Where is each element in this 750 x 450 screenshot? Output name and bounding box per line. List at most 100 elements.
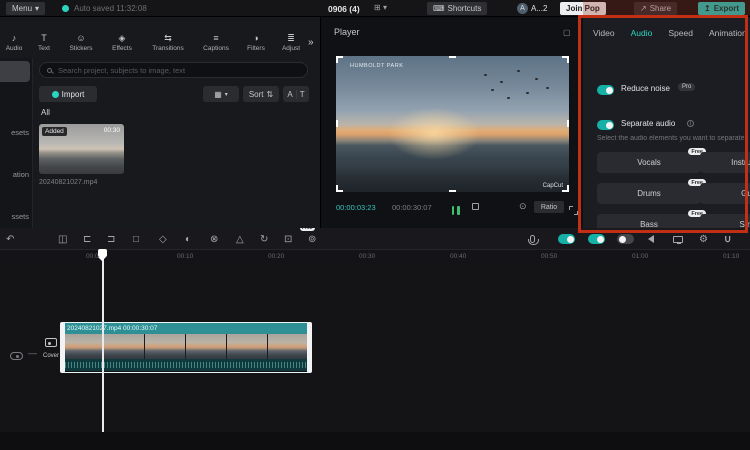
selection-handle[interactable] — [562, 185, 569, 192]
selection-handle[interactable] — [562, 56, 569, 63]
search-input[interactable] — [56, 65, 286, 76]
fullscreen-button[interactable] — [569, 206, 578, 215]
reduce-noise-toggle[interactable] — [597, 85, 614, 95]
separate-audio-description: Select the audio elements you want to se… — [597, 135, 750, 142]
ruler-label: 00:40 — [450, 253, 466, 260]
shortcuts-button[interactable]: ⌨ Shortcuts — [427, 2, 487, 15]
selection-handle[interactable] — [336, 185, 343, 192]
side-nav-item-selected[interactable] — [0, 61, 30, 82]
top-bar: Menu ▾ Auto saved 11:32:08 0906 (4) ⊞ ▾ … — [0, 0, 750, 17]
stem-vocals-button[interactable]: Vocals Free — [597, 152, 701, 173]
clip-trim-handle-left[interactable] — [60, 322, 65, 373]
info-icon[interactable]: i — [687, 120, 694, 127]
stop-button[interactable] — [472, 203, 479, 210]
clip-trim-handle-right[interactable] — [307, 322, 312, 373]
layout-switcher-button[interactable]: ⊞ ▾ — [374, 3, 387, 12]
cover-button[interactable]: Cover — [40, 334, 62, 359]
selection-handle[interactable] — [449, 56, 456, 58]
media-tab-bar: ♪ Audio T Text ☺ Stickers ◈ Effects ⇆ Tr… — [0, 27, 321, 58]
timeline-ruler[interactable]: 00:00 00:10 00:20 00:30 00:40 00:50 01:0… — [0, 250, 750, 266]
loop-icon[interactable]: ↻ — [260, 228, 268, 250]
tab-animation[interactable]: Animation — [709, 28, 747, 38]
tab-audio[interactable]: ♪ Audio — [0, 34, 28, 52]
pause-button[interactable] — [450, 202, 461, 220]
tab-audio[interactable]: Audio — [631, 28, 653, 38]
ruler-label: 01:00 — [632, 253, 648, 260]
stem-strings-button[interactable]: Strings — [700, 214, 750, 228]
settings-gear-icon[interactable]: ⚙ — [699, 228, 708, 250]
delete-right-icon[interactable]: ⊐ — [107, 228, 115, 250]
stem-drums-button[interactable]: Drums Free — [597, 183, 701, 204]
selection-handle[interactable] — [336, 56, 343, 63]
side-nav-item[interactable]: ation — [0, 170, 29, 179]
stem-bass-button[interactable]: Bass Free — [597, 214, 701, 228]
sort-button[interactable]: Sort ⇅ — [243, 86, 279, 102]
tab-filters[interactable]: ◑ Filters — [238, 34, 274, 52]
inspector-panel: Video Audio Speed Animation Reduce noise… — [583, 17, 750, 228]
share-button[interactable]: ↗ Share — [634, 2, 677, 15]
player-panel: Player ▢ HUMBOLDT PARK CapCut 00:00:03:2… — [321, 17, 583, 228]
menu-button[interactable]: Menu ▾ — [6, 2, 45, 15]
separate-audio-toggle[interactable] — [597, 120, 614, 130]
tab-adjust[interactable]: ≣ Adjust — [274, 34, 308, 52]
timeline-toggle-1[interactable] — [558, 234, 575, 244]
mirror-icon[interactable]: ◐ — [185, 228, 191, 250]
delete-left-icon[interactable]: ⊏ — [83, 228, 91, 250]
track-toggle-icon[interactable] — [10, 352, 23, 360]
record-icon[interactable]: ⊚ — [308, 228, 316, 250]
timeline-toggle-3[interactable] — [617, 234, 634, 244]
display-icon[interactable] — [673, 228, 683, 250]
tab-overflow-button[interactable]: » — [308, 37, 321, 48]
selection-handle[interactable] — [567, 120, 569, 127]
speaker-icon[interactable] — [648, 228, 654, 250]
split-icon[interactable]: ◫ — [58, 228, 67, 250]
playhead-handle[interactable] — [98, 249, 107, 257]
undo-icon[interactable]: ↶ — [6, 228, 14, 250]
voiceover-mic-icon[interactable] — [530, 228, 535, 250]
ruler-label: 00:20 — [268, 253, 284, 260]
media-asset-thumbnail[interactable]: Added 00:30 — [39, 124, 124, 174]
mute-icon[interactable]: △ — [236, 228, 244, 250]
project-title: 0906 (4) — [328, 4, 360, 14]
share-icon: ↗ — [640, 4, 647, 13]
autosave-status: Auto saved 11:32:08 — [74, 4, 147, 13]
view-options-button[interactable]: ▦ ▾ — [203, 86, 239, 102]
side-nav-item[interactable]: esets — [0, 128, 29, 137]
import-button[interactable]: Import — [39, 86, 97, 102]
media-search[interactable] — [39, 62, 308, 78]
join-pro-button[interactable]: Join Pop — [560, 2, 606, 15]
timeline-clip[interactable]: 20240821027.mp4 00:00:30:07 — [62, 322, 310, 373]
tab-speed[interactable]: Speed — [668, 28, 693, 38]
magnet-snap-icon[interactable]: ∪ — [724, 228, 731, 250]
search-icon — [47, 68, 52, 73]
side-nav-item[interactable]: ssets — [0, 212, 29, 221]
player-expand-icon[interactable]: ▢ — [563, 28, 571, 37]
remove-icon[interactable]: ⊗ — [210, 228, 218, 250]
selection-handle[interactable] — [336, 120, 338, 127]
freeze-icon[interactable]: ◇ — [159, 228, 167, 250]
playhead-line[interactable] — [102, 250, 104, 432]
tab-video[interactable]: Video — [593, 28, 615, 38]
stem-instruments-button[interactable]: Instruments — [700, 152, 750, 173]
track-collapse-icon[interactable]: — — [28, 348, 37, 358]
free-tag: Free — [300, 228, 315, 231]
delete-icon[interactable]: □ — [133, 228, 139, 250]
avatar[interactable]: A — [517, 3, 528, 14]
timeline-toggle-2[interactable] — [588, 234, 605, 244]
snapshot-button[interactable]: ⊙ — [519, 201, 527, 212]
bird-speck — [526, 92, 529, 94]
tab-text[interactable]: T Text — [28, 34, 60, 52]
filter-all-button[interactable]: A — [284, 90, 296, 99]
tab-captions[interactable]: ≡ Captions — [194, 34, 238, 52]
selection-handle[interactable] — [449, 190, 456, 192]
tab-transitions[interactable]: ⇆ Transitions — [142, 34, 194, 52]
sticker-icon: ☺ — [76, 34, 85, 43]
tab-stickers[interactable]: ☺ Stickers — [60, 34, 102, 52]
export-button[interactable]: ↥ Export — [698, 2, 745, 15]
video-preview[interactable]: HUMBOLDT PARK CapCut — [336, 56, 569, 192]
crop-icon[interactable]: ⊡ — [284, 228, 292, 250]
tab-effects[interactable]: ◈ Effects — [102, 34, 142, 52]
filter-text-button[interactable]: T — [297, 90, 308, 99]
ratio-button[interactable]: Ratio — [534, 201, 564, 213]
stem-guitar-button[interactable]: Guitar — [700, 183, 750, 204]
